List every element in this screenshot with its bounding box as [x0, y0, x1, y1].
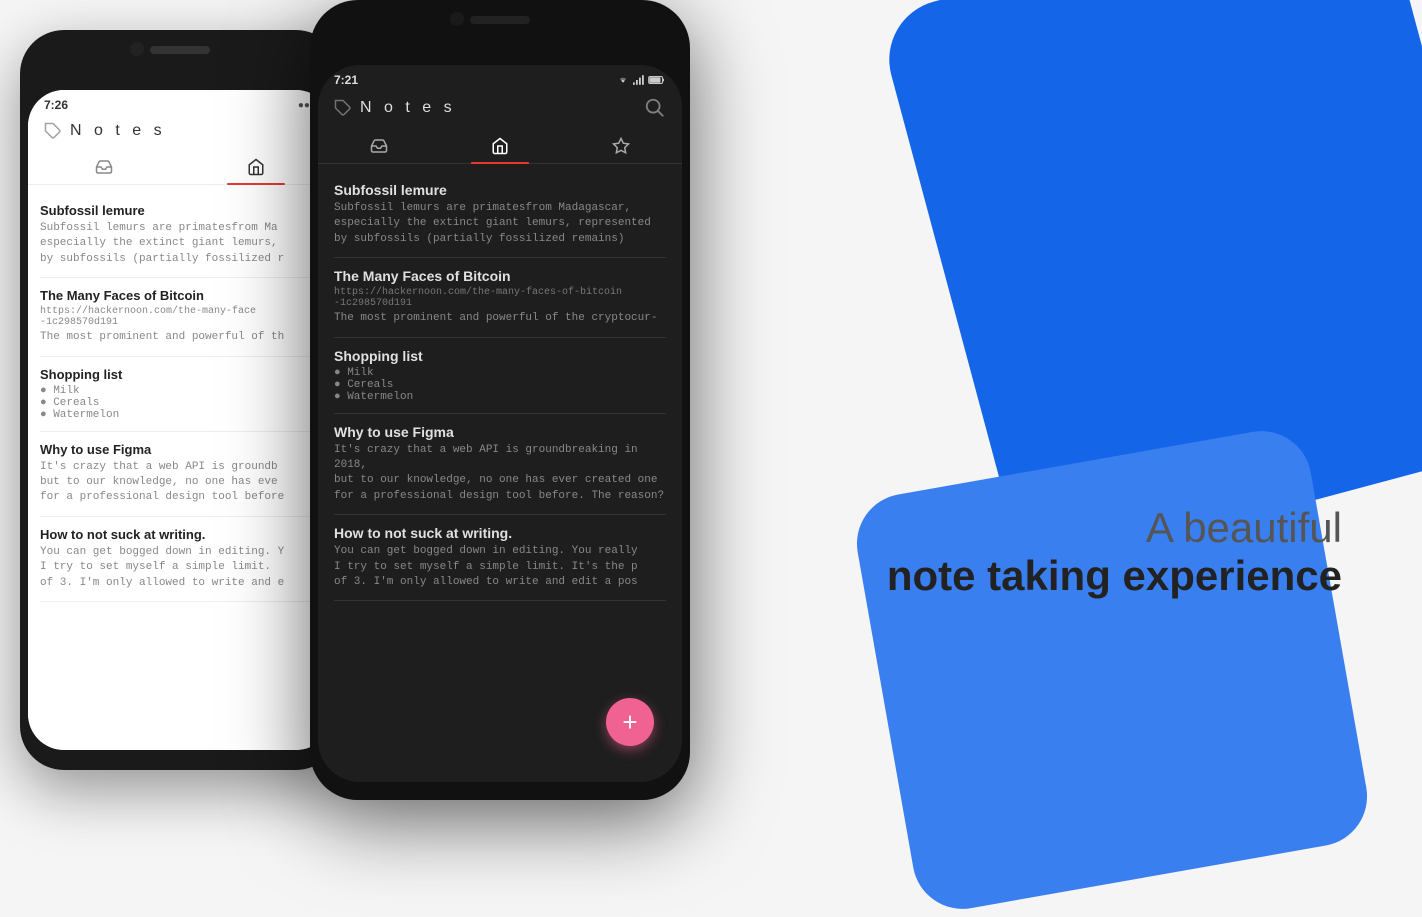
- home-icon-back: [247, 158, 265, 176]
- phone-back-screen: 7:26 ●●● N o t e s: [28, 90, 332, 750]
- tab-home-back[interactable]: [227, 152, 285, 184]
- note-preview-2-front: The most prominent and powerful of the c…: [334, 311, 666, 326]
- battery-icon: [648, 75, 666, 85]
- status-bar-front: 7:21: [318, 65, 682, 91]
- note-item-1-back[interactable]: Subfossil lemure Subfossil lemurs are pr…: [40, 193, 320, 278]
- tagline: A beautiful note taking experience: [887, 504, 1342, 600]
- signal-icon: [633, 75, 645, 85]
- wifi-icon: [616, 75, 630, 85]
- bg-shape-bottom: [849, 423, 1375, 916]
- phone-back-speaker: [150, 46, 210, 54]
- status-bar-back: 7:26 ●●●: [28, 90, 332, 116]
- notes-list-front: Subfossil lemure Subfossil lemurs are pr…: [318, 172, 682, 601]
- fab-button[interactable]: +: [606, 698, 654, 746]
- note-bullet-3-3-back: ● Watermelon: [40, 409, 320, 421]
- note-bullet-3-1-back: ● Milk: [40, 385, 320, 397]
- note-title-1-front: Subfossil lemure: [334, 182, 666, 198]
- note-preview-1-front: Subfossil lemurs are primatesfrom Madaga…: [334, 201, 666, 247]
- note-bullet-3-3-front: ● Watermelon: [334, 391, 666, 403]
- note-title-5-front: How to not suck at writing.: [334, 525, 666, 541]
- app-title-front: N o t e s: [360, 99, 456, 117]
- tagline-line1: A beautiful: [887, 504, 1342, 552]
- tab-inbox-back[interactable]: [75, 152, 133, 184]
- note-item-3-front[interactable]: Shopping list ● Milk ● Cereals ● Waterme…: [334, 338, 666, 414]
- app-title-area-front: N o t e s: [334, 99, 456, 117]
- fab-icon: +: [622, 709, 637, 735]
- note-item-4-front[interactable]: Why to use Figma It's crazy that a web A…: [334, 414, 666, 516]
- note-title-4-front: Why to use Figma: [334, 424, 666, 440]
- app-title-back: N o t e s: [70, 122, 166, 140]
- note-item-2-back[interactable]: The Many Faces of Bitcoin https://hacker…: [40, 278, 320, 356]
- note-title-1-back: Subfossil lemure: [40, 203, 320, 218]
- note-preview-5-front: You can get bogged down in editing. You …: [334, 544, 666, 590]
- note-url-2-front: https://hackernoon.com/the-many-faces-of…: [334, 287, 666, 309]
- home-icon-front: [491, 137, 509, 155]
- tab-star-front[interactable]: [592, 131, 650, 163]
- note-preview-2-back: The most prominent and powerful of th: [40, 330, 320, 345]
- phone-front-speaker: [470, 16, 530, 24]
- phone-front-screen: 7:21: [318, 65, 682, 782]
- note-item-3-back[interactable]: Shopping list ● Milk ● Cereals ● Waterme…: [40, 357, 320, 432]
- phone-back-camera: [130, 42, 144, 56]
- note-title-4-back: Why to use Figma: [40, 442, 320, 457]
- app-title-area-back: N o t e s: [44, 122, 166, 140]
- note-title-5-back: How to not suck at writing.: [40, 527, 320, 542]
- status-time-front: 7:21: [334, 73, 358, 87]
- note-title-2-front: The Many Faces of Bitcoin: [334, 268, 666, 284]
- note-title-2-back: The Many Faces of Bitcoin: [40, 288, 320, 303]
- note-preview-5-back: You can get bogged down in editing. YI t…: [40, 545, 320, 591]
- tabs-back: [28, 148, 332, 185]
- search-icon-front[interactable]: [644, 97, 666, 119]
- note-item-4-back[interactable]: Why to use Figma It's crazy that a web A…: [40, 432, 320, 517]
- note-title-3-front: Shopping list: [334, 348, 666, 364]
- tag-icon-back: [44, 122, 62, 140]
- note-title-3-back: Shopping list: [40, 367, 320, 382]
- inbox-icon-front: [370, 137, 388, 155]
- phone-back: 7:26 ●●● N o t e s: [20, 30, 340, 770]
- notes-list-back: Subfossil lemure Subfossil lemurs are pr…: [28, 193, 332, 602]
- note-bullet-3-2-front: ● Cereals: [334, 379, 666, 391]
- app-header-back: N o t e s: [28, 116, 332, 148]
- status-time-back: 7:26: [44, 98, 68, 112]
- tabs-front: [318, 127, 682, 164]
- note-item-5-front[interactable]: How to not suck at writing. You can get …: [334, 515, 666, 601]
- tab-home-front[interactable]: [471, 131, 529, 163]
- note-bullet-3-2-back: ● Cereals: [40, 397, 320, 409]
- note-item-1-front[interactable]: Subfossil lemure Subfossil lemurs are pr…: [334, 172, 666, 258]
- tagline-line2: note taking experience: [887, 552, 1342, 600]
- note-item-5-back[interactable]: How to not suck at writing. You can get …: [40, 517, 320, 602]
- note-preview-4-front: It's crazy that a web API is groundbreak…: [334, 443, 666, 505]
- star-icon-front: [612, 137, 630, 155]
- tab-inbox-front[interactable]: [350, 131, 408, 163]
- phone-front: 7:21: [310, 0, 690, 800]
- status-icons-front: [616, 75, 666, 85]
- note-item-2-front[interactable]: The Many Faces of Bitcoin https://hacker…: [334, 258, 666, 337]
- inbox-icon-back: [95, 158, 113, 176]
- note-url-2-back: https://hackernoon.com/the-many-face-1c2…: [40, 306, 320, 328]
- app-header-front: N o t e s: [318, 91, 682, 127]
- tag-icon-front: [334, 99, 352, 117]
- note-preview-1-back: Subfossil lemurs are primatesfrom Maespe…: [40, 221, 320, 267]
- note-bullet-3-1-front: ● Milk: [334, 367, 666, 379]
- phone-front-camera: [450, 12, 464, 26]
- note-preview-4-back: It's crazy that a web API is groundbbut …: [40, 460, 320, 506]
